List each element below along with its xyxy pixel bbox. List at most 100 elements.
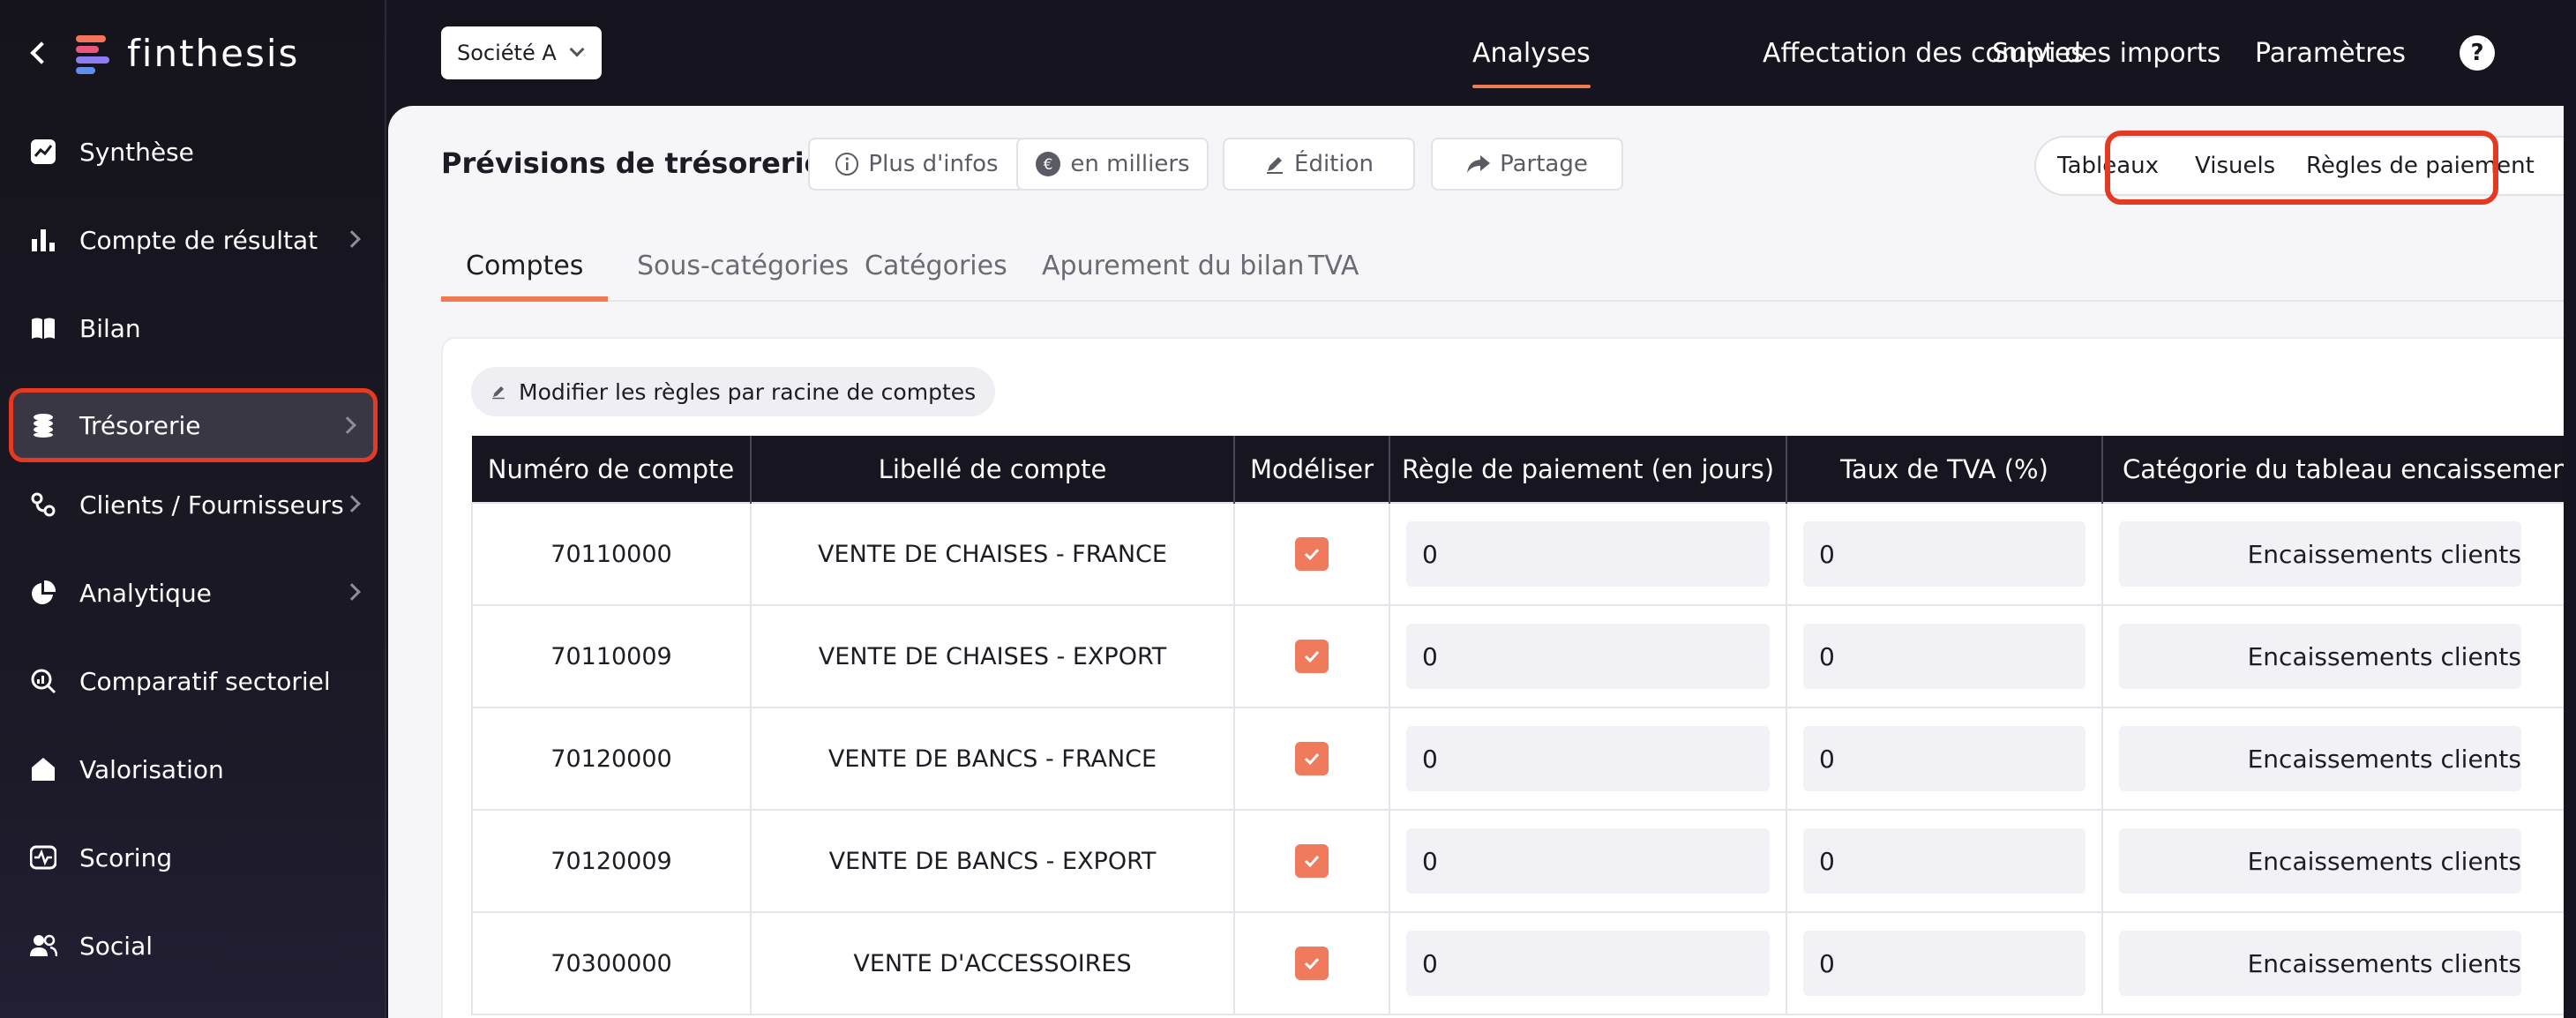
- info-button[interactable]: Plus d'infos: [808, 138, 1025, 191]
- tab-label: TVA: [1308, 250, 1359, 281]
- currency-icon: €: [1035, 151, 1061, 177]
- model-checkbox[interactable]: [1295, 947, 1329, 980]
- account-label-cell: VENTE DE BANCS - EXPORT: [750, 809, 1235, 913]
- chevron-right-icon: [343, 495, 361, 513]
- back-chevron-icon[interactable]: [26, 40, 53, 66]
- topnav-label: Suivi des imports: [1992, 37, 2221, 69]
- main-panel: Prévisions de trésorerie Plus d'infos € …: [388, 106, 2576, 1018]
- sidebar-item-comparatif-sectoriel[interactable]: Comparatif sectoriel: [9, 644, 378, 718]
- topnav-label: Analyses: [1472, 37, 1591, 69]
- column-header: Numéro de compte: [472, 436, 752, 503]
- category-cell: Encaissements clients: [2101, 502, 2574, 606]
- sidebar-item-synthese[interactable]: Synthèse: [9, 115, 378, 189]
- vat-rate-input[interactable]: 0: [1803, 931, 2086, 996]
- company-select-value: Société A: [457, 41, 557, 65]
- info-button-label: Plus d'infos: [868, 151, 999, 177]
- category-value: Encaissements clients: [2247, 539, 2521, 569]
- company-select[interactable]: Société A: [441, 26, 602, 79]
- topnav-analyses[interactable]: Analyses: [1462, 0, 1601, 106]
- account-number-cell: 70110009: [471, 604, 752, 708]
- units-button[interactable]: € en milliers: [1016, 138, 1209, 191]
- active-underline: [1472, 85, 1591, 88]
- sidebar-item-tresorerie[interactable]: Trésorerie: [9, 388, 378, 462]
- payment-rule-cell: 0: [1389, 809, 1787, 913]
- category-select[interactable]: Encaissements clients: [2119, 828, 2521, 894]
- payment-rule-input[interactable]: 0: [1406, 624, 1770, 689]
- model-checkbox[interactable]: [1295, 742, 1329, 775]
- users-icon: [28, 931, 58, 961]
- sidebar-item-social[interactable]: Social: [9, 909, 378, 983]
- account-label-cell: VENTE DE CHAISES - EXPORT: [750, 604, 1235, 708]
- vat-rate-input[interactable]: 0: [1803, 726, 2086, 791]
- category-select[interactable]: Encaissements clients: [2119, 521, 2521, 587]
- topnav-parametres[interactable]: Paramètres: [2255, 0, 2406, 106]
- vat-rate-input[interactable]: 0: [1803, 521, 2086, 587]
- edit-button[interactable]: Édition: [1223, 138, 1415, 191]
- page-title: Prévisions de trésorerie: [441, 146, 824, 180]
- account-number: 70110009: [550, 642, 672, 670]
- edit-button-label: Édition: [1294, 151, 1374, 177]
- model-cell: [1233, 502, 1390, 606]
- share-button[interactable]: Partage: [1431, 138, 1623, 191]
- help-icon[interactable]: ?: [2460, 35, 2495, 71]
- sidebar-item-label: Synthèse: [79, 137, 194, 167]
- tab-tva[interactable]: TVA: [1308, 231, 1359, 300]
- chevron-down-icon: [569, 41, 585, 57]
- account-number-cell: 70300000: [471, 911, 752, 1015]
- table-row: 70110000 VENTE DE CHAISES - FRANCE 0 0 Encai…: [471, 502, 2574, 606]
- tab-comptes[interactable]: Comptes: [441, 231, 609, 302]
- account-label-cell: VENTE DE BANCS - FRANCE: [750, 707, 1235, 811]
- vat-rate-input[interactable]: 0: [1803, 624, 2086, 689]
- brand: finthesis: [26, 26, 299, 79]
- table-row: 70300000 VENTE D'ACCESSOIRES 0 0 Encaissemen…: [471, 911, 2574, 1015]
- accounts-card: Modifier les règles par racine de compte…: [441, 337, 2576, 1018]
- column-header: Modéliser: [1234, 436, 1390, 503]
- sidebar-item-label: Comparatif sectoriel: [79, 666, 331, 696]
- modify-rules-label: Modifier les règles par racine de compte…: [519, 378, 977, 405]
- payment-rule-input[interactable]: 0: [1406, 931, 1770, 996]
- svg-text:€: €: [1044, 156, 1053, 174]
- finthesis-logo-icon: [76, 34, 109, 74]
- model-checkbox[interactable]: [1295, 844, 1329, 878]
- account-number: 70300000: [550, 949, 672, 977]
- bar-chart-icon: [28, 225, 58, 255]
- sidebar-item-scoring[interactable]: Scoring: [9, 820, 378, 894]
- payment-rule-input[interactable]: 0: [1406, 828, 1770, 894]
- tab-apurement-du-bilan[interactable]: Apurement du bilan: [1042, 231, 1304, 300]
- chevron-right-icon: [339, 416, 356, 434]
- topnav-suivi-des-imports[interactable]: Suivi des imports: [1992, 0, 2220, 106]
- sidebar-item-valorisation[interactable]: Valorisation: [9, 732, 378, 806]
- sidebar-item-clients-fournisseurs[interactable]: Clients / Fournisseurs: [9, 468, 378, 542]
- category-select[interactable]: Encaissements clients: [2119, 931, 2521, 996]
- table-row: 70120000 VENTE DE BANCS - FRANCE 0 0 Encaiss…: [471, 707, 2574, 811]
- modify-rules-button[interactable]: Modifier les règles par racine de compte…: [471, 367, 996, 416]
- home-icon: [28, 754, 58, 784]
- sidebar-item-bilan[interactable]: Bilan: [9, 291, 378, 365]
- payment-rule-cell: 0: [1389, 502, 1787, 606]
- vat-rate-input[interactable]: 0: [1803, 828, 2086, 894]
- vat-cell: 0: [1786, 502, 2103, 606]
- column-header: Taux de TVA (%): [1786, 436, 2103, 503]
- category-cell: Encaissements clients: [2101, 604, 2574, 708]
- category-select[interactable]: Encaissements clients: [2119, 624, 2521, 689]
- window-edge: [2564, 0, 2576, 1018]
- sidebar-item-label: Social: [79, 931, 154, 961]
- model-cell: [1233, 707, 1390, 811]
- coins-icon: [28, 410, 58, 440]
- model-cell: [1233, 604, 1390, 708]
- payment-rule-input[interactable]: 0: [1406, 521, 1770, 587]
- share-button-label: Partage: [1500, 151, 1588, 177]
- category-select[interactable]: Encaissements clients: [2119, 726, 2521, 791]
- account-number: 70120009: [550, 847, 672, 875]
- tab-categories[interactable]: Catégories: [865, 231, 1007, 300]
- model-checkbox[interactable]: [1295, 640, 1329, 673]
- column-header: Règle de paiement (en jours): [1389, 436, 1787, 503]
- category-cell: Encaissements clients: [2101, 911, 2574, 1015]
- sidebar-item-analytique[interactable]: Analytique: [9, 556, 378, 630]
- info-icon: [835, 152, 859, 176]
- model-checkbox[interactable]: [1295, 537, 1329, 571]
- sidebar-item-compte-de-resultat[interactable]: Compte de résultat: [9, 203, 378, 277]
- payment-rule-input[interactable]: 0: [1406, 726, 1770, 791]
- category-cell: Encaissements clients: [2101, 707, 2574, 811]
- tab-sous-categories[interactable]: Sous-catégories: [637, 231, 849, 300]
